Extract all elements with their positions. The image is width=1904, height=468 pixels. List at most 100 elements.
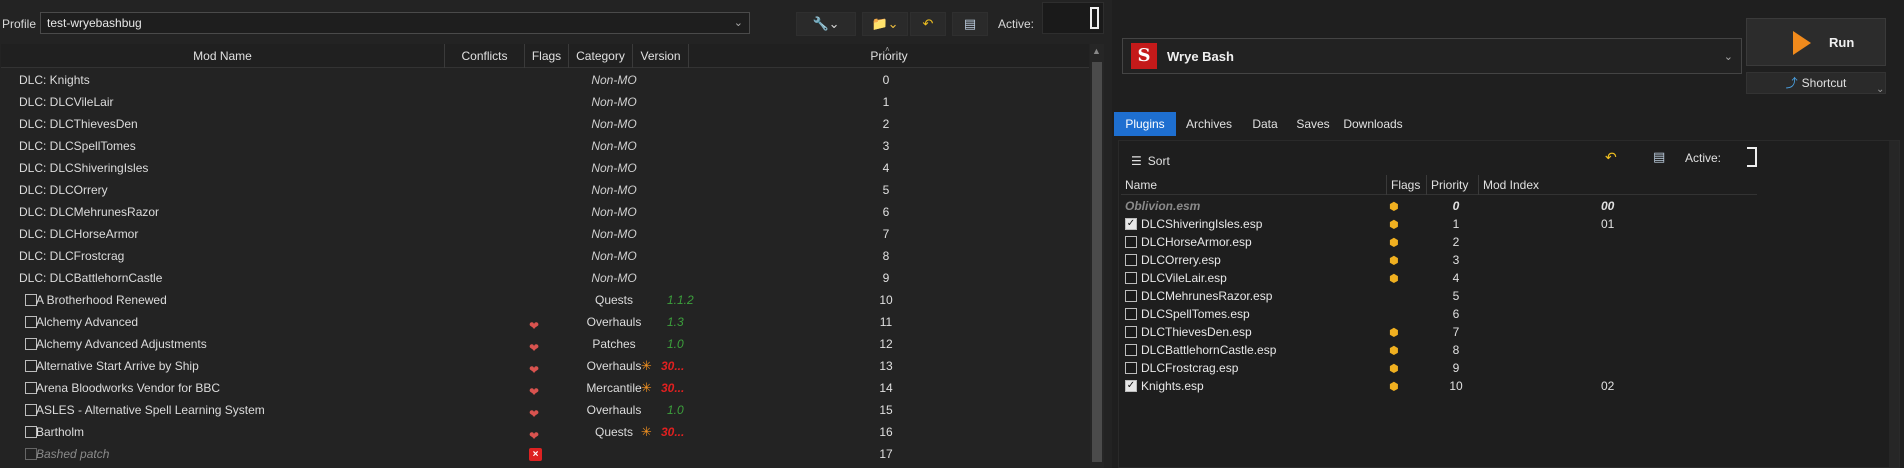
plugin-row[interactable]: ✓ Knights.esp ⬢ 10 02 [1121,377,1757,395]
executable-select[interactable]: S Wrye Bash ⌄ [1122,38,1742,74]
tab-plugins[interactable]: Plugins [1114,112,1176,136]
mod-name: DLC: DLCBattlehornCastle [19,271,163,285]
mod-list: DLC: Knights Non-MO 0 DLC: DLCVileLair Non-M… [1,69,1089,465]
plugin-list-scrollbar[interactable] [1889,141,1899,467]
mod-row[interactable]: DLC: DLCHorseArmor Non-MO 7 [1,223,1089,245]
plugin-row[interactable]: DLCMehrunesRazor.esp 5 [1121,287,1757,305]
wrench-screwdriver-icon: 🔧⌄ [812,16,840,31]
plugin-row[interactable]: DLCThievesDen.esp ⬢ 7 [1121,323,1757,341]
plugin-list: Oblivion.esm ⬢ 0 00 ✓ DLCShiveringIsles.esp ⬢ 1… [1121,197,1757,395]
drive-icon[interactable]: ▤ [1653,149,1665,165]
plugin-flag-icon: ⬢ [1389,381,1399,393]
mod-row[interactable]: DLC: DLCShiveringIsles Non-MO 4 [1,157,1089,179]
tools-button[interactable]: 🔧⌄ [796,12,856,36]
version-warning-icon: ✳ [641,380,652,395]
mod-category: Non-MO [591,183,637,197]
plugin-row[interactable]: DLCBattlehornCastle.esp ⬢ 8 [1121,341,1757,359]
mod-priority: 14 [879,381,893,395]
mod-category: Non-MO [591,227,637,241]
mod-row[interactable]: Alchemy Advanced Adjustments ❤ Patches 1.0 1… [1,333,1089,355]
shortcut-button[interactable]: ⤴ Shortcut [1746,72,1886,94]
mod-row[interactable]: Bashed patch × 17 [1,443,1089,465]
mod-row[interactable]: DLC: DLCMehrunesRazor Non-MO 6 [1,201,1089,223]
mod-row[interactable]: DLC: DLCOrrery Non-MO 5 [1,179,1089,201]
column-flags[interactable]: Flags [1387,175,1427,195]
column-category[interactable]: Category [569,44,633,68]
plugin-row[interactable]: DLCFrostcrag.esp ⬢ 9 [1121,359,1757,377]
tab-saves[interactable]: Saves [1288,112,1338,136]
plugin-row[interactable]: DLCHorseArmor.esp ⬢ 2 [1121,233,1757,251]
chevron-down-icon[interactable]: ⌄ [1876,84,1884,95]
plugin-enable-checkbox[interactable] [1125,272,1137,284]
profile-value: test-wryebashbug [47,16,142,30]
mod-row[interactable]: DLC: DLCFrostcrag Non-MO 8 [1,245,1089,267]
mod-row[interactable]: DLC: DLCThievesDen Non-MO 2 [1,113,1089,135]
profile-select[interactable]: test-wryebashbug ⌄ [40,12,750,34]
run-button[interactable]: Run [1746,18,1886,66]
mod-row[interactable]: DLC: DLCSpellTomes Non-MO 3 [1,135,1089,157]
mod-category: Overhauls [586,403,642,417]
sort-button[interactable]: ☰ Sort [1131,151,1170,171]
mod-row[interactable]: Alternative Start Arrive by Ship ❤ Overhau… [1,355,1089,377]
plugin-name: DLCVileLair.esp [1141,271,1227,285]
column-mod-index[interactable]: Mod Index [1479,175,1757,195]
sort-icon: ☰ [1131,154,1142,168]
plugin-enable-checkbox[interactable] [1125,308,1137,320]
plugin-row[interactable]: Oblivion.esm ⬢ 0 00 [1121,197,1757,215]
backup-button[interactable]: ▤ [952,12,988,36]
plugin-name: DLCThievesDen.esp [1141,325,1252,339]
drive-icon: ▤ [963,16,977,31]
plugin-priority: 9 [1452,361,1460,375]
mod-row[interactable]: A Brotherhood Renewed Quests 1.1.2 10 [1,289,1089,311]
mod-row[interactable]: Arena Bloodworks Vendor for BBC ❤ Mercanti… [1,377,1089,399]
plugin-enable-checkbox[interactable] [1125,344,1137,356]
column-mod-name[interactable]: Mod Name [1,44,445,68]
undo-arrow-icon[interactable]: ↶ [1605,149,1617,166]
mod-category: Non-MO [591,161,637,175]
column-name[interactable]: Name [1121,175,1387,195]
tab-downloads[interactable]: Downloads [1338,112,1408,136]
column-priority[interactable]: Priority [1427,175,1479,195]
plugin-flag-icon: ⬢ [1389,363,1399,375]
restore-backup-button[interactable]: ↶ [910,12,946,36]
plugin-enable-checkbox[interactable] [1125,236,1137,248]
tab-archives[interactable]: Archives [1176,112,1242,136]
mod-priority: 2 [882,117,890,131]
plugin-row[interactable]: ✓ DLCShiveringIsles.esp ⬢ 1 01 [1121,215,1757,233]
plugin-name: DLCHorseArmor.esp [1141,235,1252,249]
tab-data[interactable]: Data [1242,112,1288,136]
plugin-enable-checkbox[interactable] [1125,326,1137,338]
mod-priority: 3 [882,139,890,153]
mod-name: Bartholm [36,425,85,439]
plugin-enable-checkbox[interactable] [1125,362,1137,374]
mod-priority: 4 [882,161,890,175]
plugin-flag-icon: ⬢ [1389,327,1399,339]
plugin-priority: 0 [1452,199,1460,213]
plugin-flag-icon: ⬢ [1389,237,1399,249]
mod-row[interactable]: Bartholm ❤ Quests ✳ 30... 16 [1,421,1089,443]
plugin-row[interactable]: DLCOrrery.esp ⬢ 3 [1121,251,1757,269]
scrollbar-thumb[interactable] [1092,62,1102,462]
mod-list-scrollbar[interactable]: ▲ [1090,44,1104,468]
mod-row[interactable]: DLC: DLCBattlehornCastle Non-MO 9 [1,267,1089,289]
open-folder-button[interactable]: 📁⌄ [862,12,908,36]
mod-row[interactable]: DLC: Knights Non-MO 0 [1,69,1089,91]
plugin-name: DLCFrostcrag.esp [1141,361,1239,375]
column-version[interactable]: Version [633,44,689,68]
mod-row[interactable]: ASLES - Alternative Spell Learning Syste… [1,399,1089,421]
column-conflicts[interactable]: Conflicts [445,44,525,68]
column-priority[interactable]: ˄ Priority [689,44,1089,68]
mod-row[interactable]: DLC: DLCVileLair Non-MO 1 [1,91,1089,113]
folder-icon: 📁⌄ [871,16,899,31]
scroll-up-icon[interactable]: ▲ [1092,46,1101,56]
column-flags[interactable]: Flags [525,44,569,68]
plugin-enable-checkbox[interactable]: ✓ [1125,380,1137,392]
plugin-name: Knights.esp [1141,379,1204,393]
plugin-row[interactable]: DLCVileLair.esp ⬢ 4 [1121,269,1757,287]
plugin-enable-checkbox[interactable] [1125,254,1137,266]
plugin-row[interactable]: DLCSpellTomes.esp 6 [1121,305,1757,323]
plugin-enable-checkbox[interactable]: ✓ [1125,218,1137,230]
mod-row[interactable]: Alchemy Advanced ❤ Overhauls 1.3 11 [1,311,1089,333]
plugin-flag-icon: ⬢ [1389,255,1399,267]
plugin-enable-checkbox[interactable] [1125,290,1137,302]
